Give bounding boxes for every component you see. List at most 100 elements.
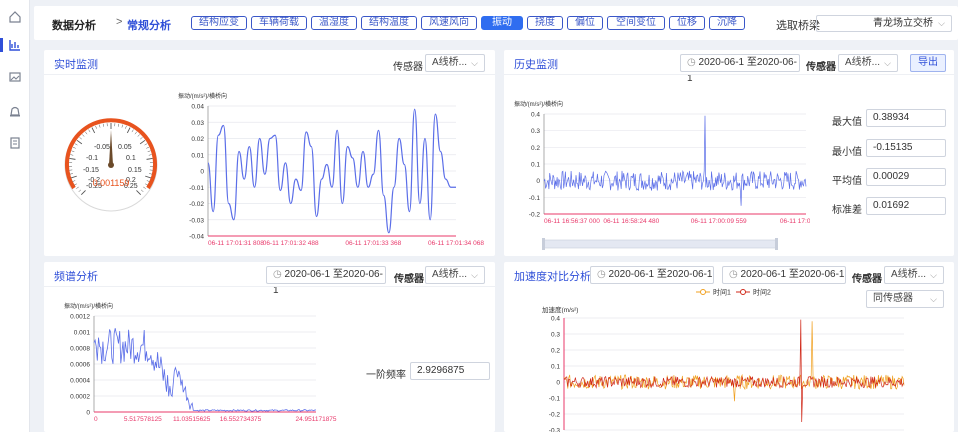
realtime-line-chart: 振动/(m/s²)/横桥向 0.04 0.03 0.02 0.01 0 -0.01 -0.02… (178, 92, 484, 247)
y-tick-label: 0.4 (531, 112, 540, 119)
y-axis-title: 振动/(m/s²)/横桥向 (178, 92, 227, 100)
x-tick-label: 06-11 17:01:32 488 (263, 240, 319, 247)
compare-panel: 加速度对比分析 ◷ 2020-06-1 至2020-06-1 ◷ 2020-06… (504, 262, 954, 432)
spectrum-line-chart: 振动/(m/s²)/横桥向 0.0012 0.001 0.0008 0.0006 0.00… (64, 302, 337, 423)
y-tick-label: 0.03 (191, 120, 204, 127)
spectrum-panel: 频谱分析 ◷ 2020-06-1 至2020-06-1 传感器 A线桥... ⌵ … (44, 262, 495, 432)
divider (44, 74, 495, 75)
y-tick-label: 0.0012 (70, 314, 90, 321)
legend-marker-series2 (740, 289, 746, 295)
report-icon[interactable] (8, 136, 22, 150)
realtime-sensor-label: 传感器 (393, 62, 423, 73)
tab-temp-humidity[interactable]: 温湿度 (311, 16, 357, 30)
compare-sensor-label: 传感器 (852, 274, 882, 285)
stat-max-value: 0.38934 (866, 109, 946, 127)
y-tick-label: 0.0008 (70, 346, 90, 353)
realtime-panel: 实时监测 传感器 A线桥... ⌵ -0.2 -0.15 -0.1 -0.05 0… (44, 50, 495, 256)
tab-structural-strain[interactable]: 结构应变 (191, 16, 247, 30)
tab-offset[interactable]: 偏位 (567, 16, 603, 30)
top-bar: 数据分析 > 常规分析 结构应变 车辆荷载 温湿度 结构温度 风速风向 振动 挠… (34, 6, 958, 40)
tab-deflection[interactable]: 挠度 (527, 16, 563, 30)
bridge-select[interactable]: 青龙场立交桥 ⌵ (816, 15, 952, 32)
clock-icon: ◷ (729, 269, 741, 280)
spectrum-title: 频谱分析 (54, 271, 98, 283)
chevron-down-icon: ⌵ (930, 294, 937, 304)
y-tick-label: 0.1 (551, 364, 560, 371)
compare-title: 加速度对比分析 (514, 271, 591, 283)
legend-label-series1: 时间1 (713, 288, 731, 297)
realtime-title: 实时监测 (54, 59, 98, 71)
spectrum-sensor-label: 传感器 (394, 274, 424, 285)
compare-date-range-2[interactable]: ◷ 2020-06-1 至2020-06-1 (722, 266, 846, 284)
x-tick-label: 0 (94, 416, 98, 423)
x-tick-label: 06-11 17:01:34 06 (780, 218, 810, 225)
y-tick-label: -0.2 (549, 412, 561, 419)
tab-spatial-displacement[interactable]: 空间变位 (607, 16, 665, 30)
compare-date-1-value: 2020-06-1 至2020-06-1 (608, 269, 713, 280)
compare-sensor-value: A线桥... (891, 269, 927, 280)
y-tick-label: 0.2 (551, 348, 560, 355)
tab-wind[interactable]: 风速风向 (421, 16, 477, 30)
slider-handle-right (775, 238, 778, 250)
x-tick-label: 06-11 16:56:37 000 (544, 218, 600, 225)
slider-handle-left (542, 238, 545, 250)
compare-series2-line (563, 319, 905, 423)
y-tick-label: 0 (536, 178, 540, 185)
y-tick-label: 0.2 (531, 145, 540, 152)
x-tick-label: 06-11 17:00:09 559 (691, 218, 747, 225)
y-tick-label: 0.01 (191, 152, 204, 159)
realtime-sensor-select[interactable]: A线桥... ⌵ (425, 54, 485, 72)
y-tick-label: 0.0002 (70, 394, 90, 401)
spectrum-date-range[interactable]: ◷ 2020-06-1 至2020-06-1 (266, 266, 386, 296)
y-tick-label: -0.3 (549, 428, 561, 432)
history-sensor-label: 传感器 (806, 62, 836, 73)
tab-structure-temp[interactable]: 结构温度 (361, 16, 417, 30)
clock-icon: ◷ (273, 269, 285, 280)
history-line-chart: 振动/(m/s²)/横桥向0.40.30.20.10-0.1-0.206-11 … (514, 100, 810, 250)
spectrum-series-line (93, 328, 317, 412)
y-tick-label: -0.2 (529, 212, 541, 219)
vibration-gauge: -0.2 -0.15 -0.1 -0.05 0.05 0.1 0.15 0.2 … (64, 118, 158, 212)
compare-sensor-select[interactable]: A线桥... ⌵ (884, 266, 944, 284)
home-icon[interactable] (8, 10, 22, 24)
image-icon[interactable] (8, 70, 22, 84)
breadcrumb-root[interactable]: 数据分析 (52, 17, 96, 33)
export-button[interactable]: 导出 (910, 54, 946, 72)
gauge-tick-label: -0.1 (86, 155, 98, 162)
gauge-tick-label: 0.05 (118, 144, 132, 151)
realtime-sensor-value: A线桥... (432, 57, 468, 68)
stat-min-label: 最小值 (832, 147, 862, 158)
y-axis-title: 振动/(m/s²)/横桥向 (64, 302, 113, 310)
divider (44, 286, 495, 287)
y-tick-label: 0.001 (74, 330, 91, 337)
compare-series1-line (563, 321, 905, 402)
breadcrumb-separator: > (116, 16, 123, 28)
y-tick-label: 0.4 (551, 316, 560, 323)
gauge-tick-label: 0.1 (126, 155, 136, 162)
stat-max-label: 最大值 (832, 117, 862, 128)
chevron-down-icon: ⌵ (471, 58, 478, 68)
y-axis-title: 加速度(m/s²) (542, 305, 578, 314)
x-tick-label: 06-11 17:01:34 068 (428, 240, 484, 247)
y-tick-label: -0.04 (189, 234, 204, 241)
x-tick-label: 06-11 16:58:24 480 (603, 218, 659, 225)
history-date-range[interactable]: ◷ 2020-06-1 至2020-06-1 (680, 54, 800, 84)
y-tick-label: 0.02 (191, 136, 204, 143)
tab-vibration[interactable]: 振动 (481, 16, 523, 30)
history-sensor-select[interactable]: A线桥... ⌵ (838, 54, 898, 72)
x-tick-label: 5.517578125 (124, 416, 162, 423)
history-zoom-slider (543, 239, 777, 249)
chevron-down-icon: ⌵ (884, 58, 891, 68)
tab-vehicle-load[interactable]: 车辆荷载 (251, 16, 307, 30)
tab-displacement[interactable]: 位移 (669, 16, 705, 30)
stat-std-label: 标准差 (832, 205, 862, 216)
gauge-tick-label: 0.15 (128, 167, 142, 174)
stat-std-value: 0.01692 (866, 197, 946, 215)
compare-date-range-1[interactable]: ◷ 2020-06-1 至2020-06-1 (590, 266, 714, 284)
spectrum-sensor-select[interactable]: A线桥... ⌵ (425, 266, 485, 284)
x-tick-label: 06-11 17:01:33 368 (345, 240, 401, 247)
chart-icon[interactable] (8, 38, 22, 52)
y-tick-label: 0.3 (551, 332, 560, 339)
alarm-icon[interactable] (8, 104, 22, 118)
tab-settlement[interactable]: 沉降 (709, 16, 745, 30)
